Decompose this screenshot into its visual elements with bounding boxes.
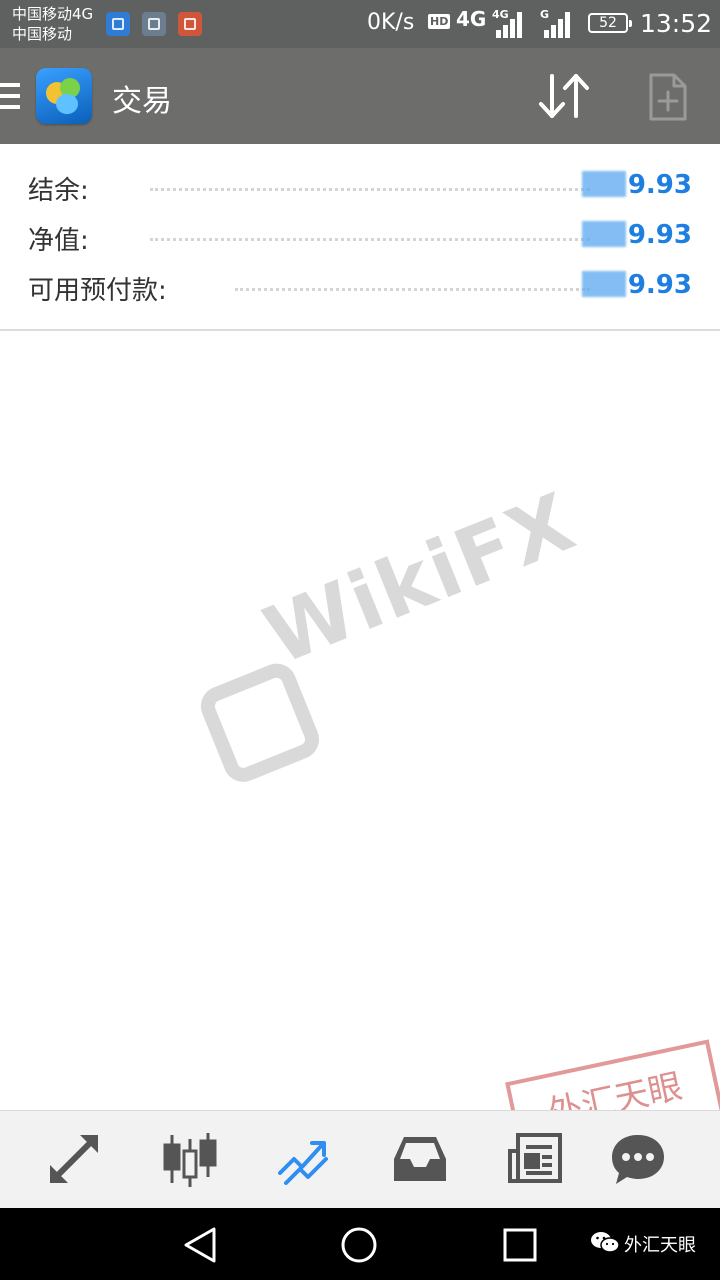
balance-label: 结余: [28, 176, 89, 206]
signal-1-label: 4G [492, 8, 509, 21]
signal-2-label: G [540, 8, 550, 21]
inbox-icon [394, 1137, 446, 1181]
notification-health-icon [106, 12, 130, 36]
bottom-tab-bar [0, 1110, 720, 1209]
equity-label: 净值: [28, 226, 89, 256]
metatrader-logo-icon[interactable] [36, 68, 92, 124]
notification-app-icon [178, 12, 202, 36]
carrier-primary: 中国移动4G [12, 5, 94, 23]
trend-chart-icon [278, 1141, 328, 1185]
recent-square-icon [503, 1228, 537, 1262]
carrier-secondary: 中国移动 [12, 25, 73, 43]
menu-icon[interactable] [0, 83, 20, 109]
tab-trade[interactable] [274, 1131, 334, 1187]
carrier-info: 中国移动4G 中国移动 [12, 4, 93, 44]
free-margin-label: 可用预付款: [28, 276, 167, 306]
system-nav-bar: 外汇天眼 [0, 1208, 720, 1280]
wechat-icon [591, 1232, 620, 1253]
status-bar: 中国移动4G 中国移动 0K/s HD 4G 4G G 52 13:52 [0, 0, 720, 48]
wechat-label: 外汇天眼 [624, 1235, 696, 1256]
free-margin-value: 9.93 [581, 270, 692, 300]
network-speed: 0K/s [367, 10, 415, 35]
balance-value: 9.93 [581, 170, 692, 200]
tab-chart[interactable] [160, 1131, 220, 1187]
hd-badge: HD [428, 14, 451, 29]
back-triangle-icon [184, 1227, 216, 1263]
candlesticks-icon [163, 1133, 217, 1187]
page-title: 交易 [112, 84, 172, 119]
signal-strength-1-icon: 4G [492, 8, 522, 38]
wikifx-watermark: WikiFX [144, 462, 588, 838]
equity-value: 9.93 [581, 220, 692, 250]
account-summary: 结余: 9.93 净值: 9.93 可用预付款: 9.93 [0, 144, 720, 331]
news-icon [508, 1133, 562, 1183]
tab-history[interactable] [390, 1131, 450, 1187]
tab-quotes[interactable] [44, 1131, 104, 1187]
notification-gallery-icon [142, 12, 166, 36]
trade-arrows-icon [50, 1135, 98, 1183]
balance-row: 结余: 9.93 [0, 162, 720, 212]
chat-icon [612, 1135, 664, 1184]
battery-icon: 52 [588, 13, 632, 33]
new-order-icon[interactable] [648, 72, 688, 122]
watermark-brand: WikiFX [252, 474, 588, 683]
home-button[interactable] [340, 1226, 378, 1268]
back-button[interactable] [182, 1226, 218, 1268]
home-circle-icon [341, 1227, 377, 1263]
recent-apps-button[interactable] [503, 1228, 537, 1266]
network-type: 4G [456, 7, 487, 31]
sort-icon[interactable] [536, 72, 592, 120]
eagle-logo-icon [194, 657, 326, 788]
equity-row: 净值: 9.93 [0, 212, 720, 262]
signal-strength-2-icon: G [540, 8, 570, 38]
free-margin-row: 可用预付款: 9.93 [0, 262, 720, 312]
battery-level: 52 [599, 15, 617, 31]
app-bar: 交易 [0, 48, 720, 144]
tab-messages[interactable] [608, 1131, 668, 1187]
clock: 13:52 [640, 9, 713, 38]
tab-news[interactable] [504, 1131, 564, 1187]
